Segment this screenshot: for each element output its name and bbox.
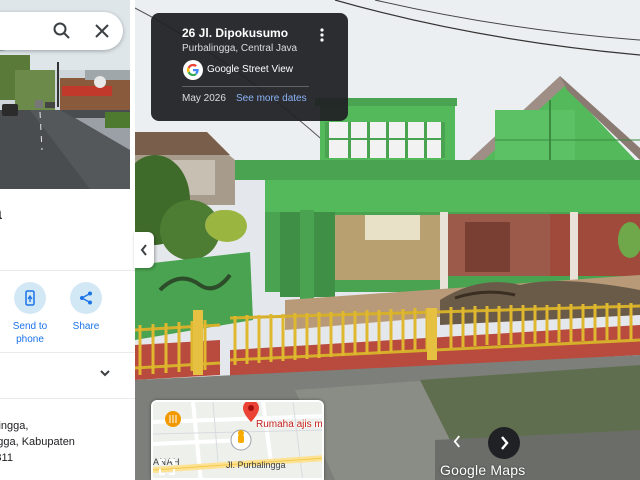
capture-date: May 2026 [182,93,226,104]
chevron-down-icon[interactable] [98,366,112,380]
phone-send-icon [14,282,46,314]
chevron-left-icon [140,244,147,256]
divider [0,398,135,399]
minimap[interactable]: Rumaha ajis m ANAH Jl. Purbalingga [151,400,324,480]
more-vert-icon[interactable] [317,27,327,43]
share-button[interactable]: Share [58,282,114,333]
place-title: gga [0,203,2,224]
share-icon [70,282,102,314]
street-view-address: 26 Jl. Dipokusumo [182,26,289,40]
chevron-right-icon [501,436,509,450]
divider [0,270,135,271]
chevron-left-icon [453,435,460,447]
expand-icon[interactable] [158,458,176,476]
next-image-button[interactable] [488,427,520,459]
maps-app: gga Send to phone Share urbalingga, bal [0,0,640,480]
send-to-phone-label: Send to phone [12,321,48,345]
see-more-dates-link[interactable]: See more dates [236,93,307,104]
google-maps-logo: Google Maps [440,462,526,478]
address-line: balingga, Kabupaten [0,436,75,448]
previous-image-button[interactable] [446,430,468,452]
send-to-phone-button[interactable]: Send to phone [2,282,58,346]
street-view-info-card: 26 Jl. Dipokusumo Purbalingga, Central J… [151,13,348,121]
close-icon[interactable] [92,21,112,41]
address-line: urbalingga, [0,420,29,432]
place-side-panel: gga Send to phone Share urbalingga, bal [0,0,135,480]
google-logo-icon [183,60,203,80]
minimap-road-label: Jl. Purbalingga [226,460,286,470]
collapse-side-panel-button[interactable] [134,232,154,268]
street-view-locality: Purbalingga, Central Java [182,43,298,54]
share-label: Share [72,321,100,332]
address-text: urbalingga, balingga, Kabupaten n 53311 [0,418,135,466]
expand-hours-row[interactable] [0,353,135,398]
street-view-brand: Google Street View [207,64,293,75]
search-box[interactable] [0,12,123,50]
divider [182,86,309,87]
minimap-place-label: Rumaha ajis m [256,419,323,430]
search-icon[interactable] [52,21,72,41]
address-line: n 53311 [0,452,13,464]
